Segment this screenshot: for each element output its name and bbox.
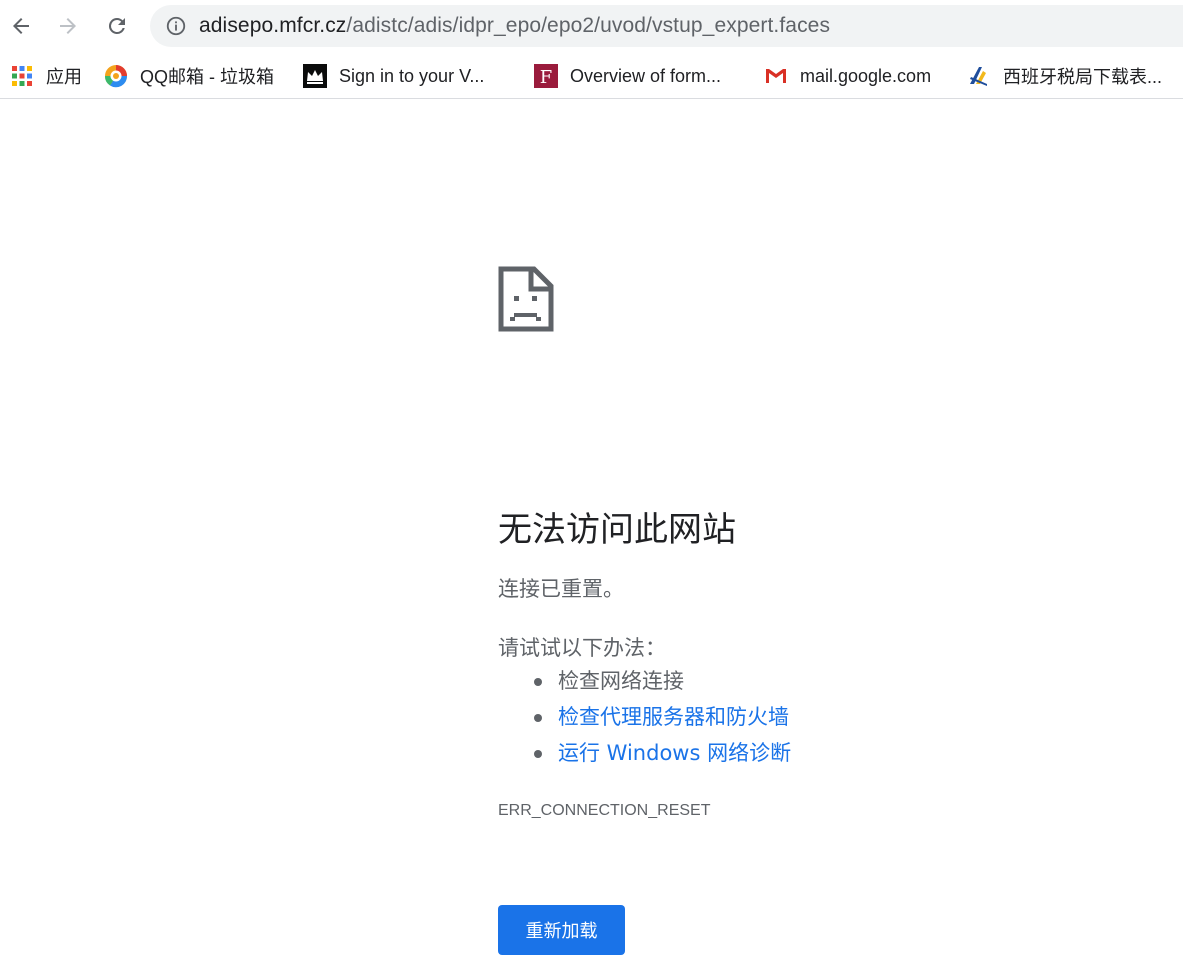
bookmark-label: 西班牙税局下载表... <box>1003 67 1163 87</box>
reload-button[interactable]: 重新加载 <box>498 905 625 955</box>
bookmark-apps[interactable]: 应用 <box>10 54 82 98</box>
error-heading: 无法访问此网站 <box>498 510 736 550</box>
suggestion-check-network: 检查网络连接 <box>534 665 791 701</box>
info-icon[interactable] <box>165 15 187 37</box>
address-bar[interactable]: adisepo.mfcr.cz/adistc/adis/idpr_epo/epo… <box>150 5 1183 47</box>
forward-button[interactable] <box>51 9 85 43</box>
gmail-icon <box>766 69 786 83</box>
bookmark-sign-in[interactable]: Sign in to your V... <box>303 54 484 98</box>
bookmark-label: Sign in to your V... <box>339 65 485 86</box>
reload-nav-button[interactable] <box>100 9 134 43</box>
arrow-left-icon <box>13 18 29 34</box>
error-subtext: 连接已重置。 <box>498 577 624 601</box>
arrow-right-icon <box>60 18 76 34</box>
bookmark-label: mail.google.com <box>800 65 932 86</box>
refresh-icon <box>108 17 125 34</box>
spain-tax-icon <box>970 67 987 86</box>
bookmarks-bar: 应用 QQ邮箱 - 垃圾箱 Sign in to your V... F Ove… <box>0 54 1183 99</box>
bookmark-label: 应用 <box>46 67 82 87</box>
bookmark-spain-tax[interactable]: 西班牙税局下载表... <box>967 54 1162 98</box>
sad-page-icon <box>498 266 554 332</box>
bookmark-label: Overview of form... <box>570 65 722 86</box>
bookmark-overview-form[interactable]: F Overview of form... <box>534 54 721 98</box>
bookmark-label: QQ邮箱 - 垃圾箱 <box>140 67 274 87</box>
f-logo-icon: F <box>534 64 558 88</box>
try-label: 请试试以下办法： <box>498 636 666 660</box>
url-path: /adistc/adis/idpr_epo/epo2/uvod/vstup_ex… <box>346 14 831 37</box>
svg-text:F: F <box>540 67 553 88</box>
suggestion-run-diagnostics-link[interactable]: 运行 Windows 网络诊断 <box>534 737 791 773</box>
back-button[interactable] <box>4 9 38 43</box>
url-text[interactable]: adisepo.mfcr.cz/adistc/adis/idpr_epo/epo… <box>199 14 830 38</box>
qq-mail-icon <box>104 65 128 88</box>
crown-icon <box>303 64 327 88</box>
bookmark-gmail[interactable]: mail.google.com <box>764 54 931 98</box>
bookmark-qq-mail[interactable]: QQ邮箱 - 垃圾箱 <box>104 54 274 98</box>
suggestion-check-proxy-link[interactable]: 检查代理服务器和防火墙 <box>534 701 791 737</box>
suggestions-list: 检查网络连接 检查代理服务器和防火墙 运行 Windows 网络诊断 <box>534 665 791 773</box>
error-code: ERR_CONNECTION_RESET <box>498 802 711 819</box>
url-host: adisepo.mfcr.cz <box>199 14 347 37</box>
apps-grid-icon <box>12 66 32 86</box>
browser-toolbar: adisepo.mfcr.cz/adistc/adis/idpr_epo/epo… <box>0 0 1183 54</box>
